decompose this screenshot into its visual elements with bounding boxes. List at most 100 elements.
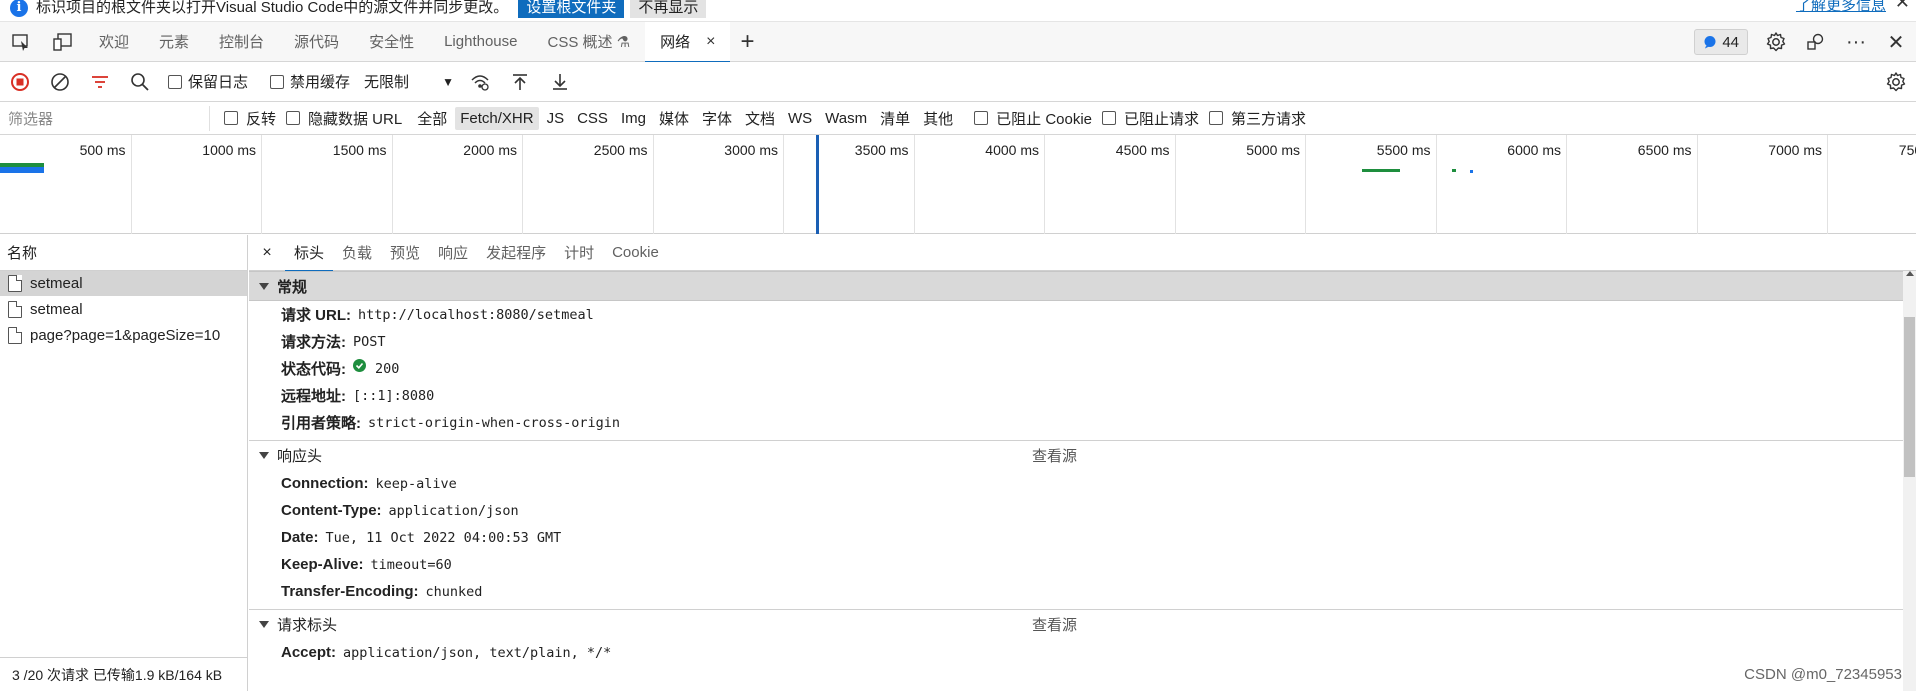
set-root-folder-button[interactable]: 设置根文件夹 (518, 0, 625, 18)
throttling-select[interactable]: 无限制 ▼ (364, 71, 454, 92)
filter-type-img[interactable]: Img (616, 107, 651, 130)
section-title: 响应头 (277, 448, 323, 465)
header-value: application/json, text/plain, */* (343, 644, 612, 661)
blocked-requests-checkbox[interactable]: 已阻止请求 (1102, 108, 1199, 129)
more-menu-icon[interactable]: ··· (1836, 22, 1876, 62)
view-source-link[interactable]: 查看源 (1032, 614, 1077, 635)
import-har-icon[interactable] (500, 62, 540, 102)
filter-type-all[interactable]: 全部 (412, 105, 452, 132)
request-summary: 3 /20 次请求 已传输1.9 kB/164 kB (0, 657, 247, 691)
tab-initiator[interactable]: 发起程序 (477, 235, 555, 271)
header-value: application/json (388, 502, 519, 519)
timeline-tick-label: 1000 ms (202, 142, 256, 158)
filter-type-doc[interactable]: 文档 (740, 105, 780, 132)
disable-cache-checkbox[interactable]: 禁用缓存 (270, 71, 350, 92)
filter-type-manifest[interactable]: 清单 (875, 105, 915, 132)
request-headers-section-header[interactable]: 请求标头 查看源 (249, 609, 1916, 639)
filter-type-css[interactable]: CSS (572, 107, 613, 130)
blocked-cookies-checkbox[interactable]: 已阻止 Cookie (974, 108, 1092, 129)
tab-sources[interactable]: 源代码 (279, 22, 354, 62)
timeline-request-bar (1452, 169, 1456, 172)
request-row[interactable]: setmeal (0, 297, 247, 323)
third-party-checkbox[interactable]: 第三方请求 (1209, 108, 1306, 129)
scrollbar-thumb[interactable] (1904, 317, 1915, 477)
record-stop-icon[interactable] (0, 62, 40, 102)
dont-show-again-button[interactable]: 不再显示 (630, 0, 707, 18)
header-key: 远程地址: (281, 388, 346, 405)
filter-type-fetch-xhr[interactable]: Fetch/XHR (455, 106, 539, 130)
network-conditions-icon[interactable] (460, 62, 500, 102)
timeline-gridline (913, 135, 915, 234)
close-detail-icon[interactable]: × (249, 235, 285, 271)
name-column-header[interactable]: 名称 (0, 235, 247, 271)
checkbox-box[interactable] (1102, 111, 1117, 125)
tab-payload[interactable]: 负载 (333, 235, 381, 271)
tab-preview[interactable]: 预览 (381, 235, 429, 271)
search-icon[interactable] (120, 62, 160, 102)
header-key: 引用者策略: (281, 415, 361, 432)
tab-css-overview[interactable]: CSS 概述 ⚗ (532, 22, 645, 62)
tab-console[interactable]: 控制台 (204, 22, 279, 62)
timeline-gridline (1044, 135, 1045, 234)
close-icon[interactable]: ✕ (1895, 0, 1910, 13)
inspect-element-icon[interactable] (0, 22, 42, 62)
tab-timing[interactable]: 计时 (555, 235, 603, 271)
add-tab-icon[interactable]: + (730, 28, 764, 56)
document-icon (8, 275, 22, 292)
customize-icon[interactable] (1796, 22, 1836, 62)
watermark: CSDN @m0_72345953 (1744, 666, 1902, 683)
view-source-link[interactable]: 查看源 (1032, 445, 1077, 466)
status-ok-icon (353, 359, 366, 372)
tab-network[interactable]: 网络 × (645, 21, 731, 63)
close-devtools-icon[interactable]: ✕ (1876, 22, 1916, 62)
detail-scrollbar[interactable] (1903, 271, 1916, 691)
request-row[interactable]: setmeal (0, 271, 247, 297)
checkbox-box[interactable] (168, 74, 182, 89)
request-name: setmeal (30, 275, 83, 292)
learn-more-link[interactable]: 了解更多信息 (1796, 0, 1886, 15)
settings-gear-icon[interactable] (1756, 22, 1796, 62)
filter-type-media[interactable]: 媒体 (654, 105, 694, 132)
timeline-overview[interactable]: 500 ms 1000 ms 1500 ms 2000 ms 2500 ms 3000 m… (0, 135, 1916, 234)
tab-headers[interactable]: 标头 (285, 235, 334, 272)
network-settings-gear-icon[interactable] (1876, 62, 1916, 102)
device-emulation-icon[interactable] (42, 22, 84, 62)
filter-type-js[interactable]: JS (542, 107, 570, 130)
timeline-tick-label: 4500 ms (1115, 142, 1170, 158)
clear-icon[interactable] (40, 62, 80, 102)
checkbox-box[interactable] (270, 74, 285, 89)
hide-data-url-checkbox[interactable]: 隐藏数据 URL (286, 108, 402, 129)
filter-type-other[interactable]: 其他 (918, 105, 958, 132)
checkbox-box[interactable] (286, 111, 301, 125)
filter-icon[interactable] (80, 62, 120, 102)
info-bar-text: 标识项目的根文件夹以打开Visual Studio Code中的源文件并同步更改… (36, 0, 509, 16)
checkbox-box[interactable] (974, 111, 989, 125)
tab-cookies[interactable]: Cookie (603, 235, 668, 271)
tab-label: 网络 (660, 34, 691, 51)
tab-lighthouse[interactable]: Lighthouse (429, 22, 532, 62)
issues-button[interactable]: 44 (1694, 29, 1748, 55)
filter-type-font[interactable]: 字体 (697, 105, 737, 132)
invert-checkbox[interactable]: 反转 (224, 108, 276, 129)
scroll-up-arrow-icon[interactable] (1906, 271, 1914, 276)
header-key: Transfer-Encoding: (281, 583, 419, 600)
checkbox-box[interactable] (224, 111, 238, 125)
document-icon (8, 327, 22, 344)
tab-welcome[interactable]: 欢迎 (84, 22, 144, 62)
tab-label: 安全性 (369, 34, 415, 51)
preserve-log-checkbox[interactable]: 保留日志 (168, 71, 248, 92)
checkbox-box[interactable] (1209, 111, 1224, 125)
general-section-header[interactable]: 常规 (249, 271, 1916, 301)
tab-elements[interactable]: 元素 (144, 22, 204, 62)
filter-type-wasm[interactable]: Wasm (820, 107, 872, 130)
filter-input[interactable]: 筛选器 (0, 105, 210, 131)
timeline-gridline (261, 135, 262, 234)
close-tab-icon[interactable]: × (706, 33, 715, 51)
request-row[interactable]: page?page=1&pageSize=10 (0, 323, 247, 349)
filter-type-ws[interactable]: WS (783, 107, 817, 130)
tab-security[interactable]: 安全性 (354, 22, 429, 62)
tab-response[interactable]: 响应 (429, 235, 477, 271)
response-headers-section-header[interactable]: 响应头 查看源 (249, 440, 1916, 470)
export-har-icon[interactable] (540, 62, 580, 102)
tab-label: CSS 概述 ⚗ (547, 34, 631, 51)
